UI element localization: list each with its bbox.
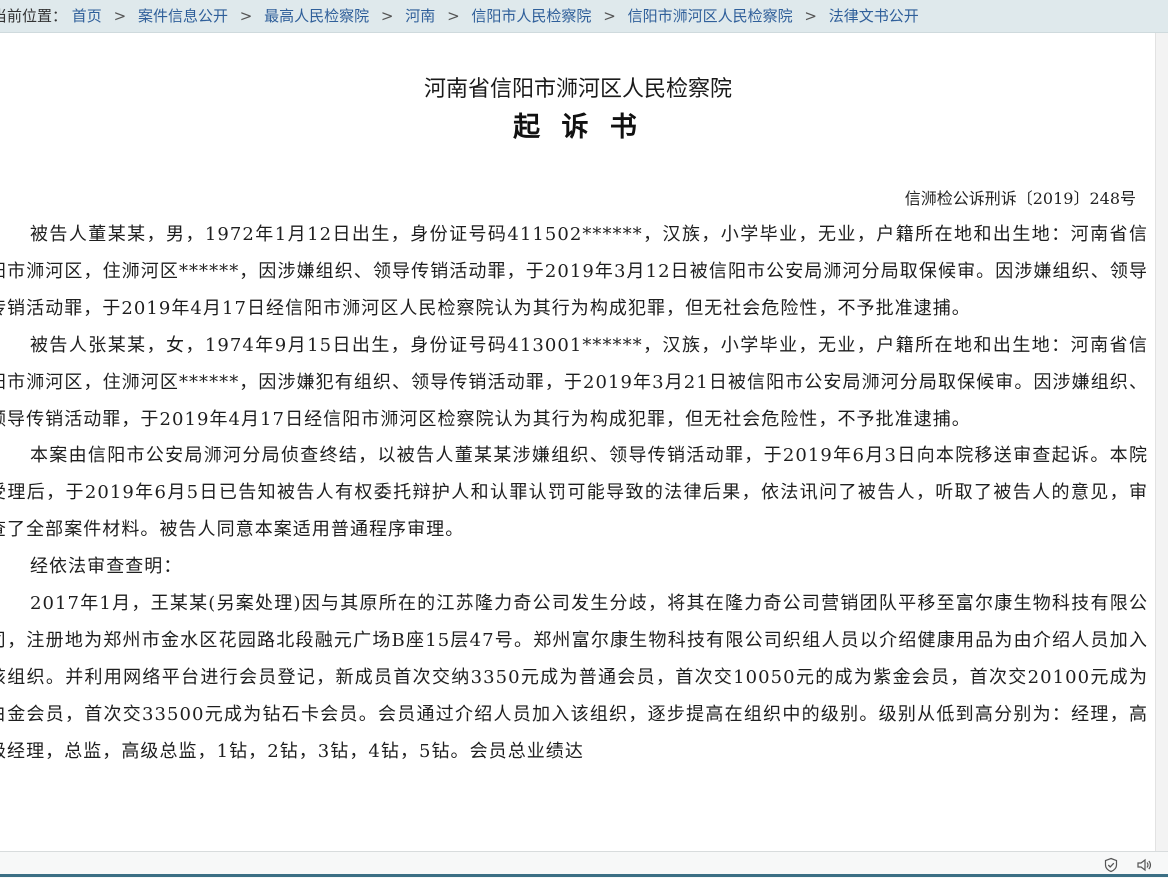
breadcrumb-shihe-link[interactable]: 信阳市浉河区人民检察院: [628, 7, 793, 25]
breadcrumb-separator: >: [603, 7, 616, 25]
vertical-scrollbar[interactable]: [1155, 33, 1168, 851]
breadcrumb-spp-link[interactable]: 最高人民检察院: [264, 7, 369, 25]
breadcrumb-case-info-link[interactable]: 案件信息公开: [138, 7, 228, 25]
breadcrumb-separator: >: [113, 7, 127, 25]
paragraph-facts: 2017年1月，王某某(另案处理)因与其原所在的江苏隆力奇公司发生分歧，将其在隆…: [0, 593, 1148, 762]
case-number: 信浉检公诉刑诉〔2019〕248号: [904, 189, 1136, 208]
breadcrumb-lead: 当前位置：: [0, 7, 68, 25]
paragraph-findings-heading: 经依法审查查明：: [30, 556, 183, 578]
paragraph-defendant-1: 被告人董某某，男，1972年1月12日出生，身份证号码411502******，…: [0, 224, 1148, 319]
breadcrumb-legal-docs-link[interactable]: 法律文书公开: [829, 7, 919, 25]
breadcrumb: 当前位置： 首页 > 案件信息公开 > 最高人民检察院 > 河南 > 信阳市人民…: [0, 0, 1168, 33]
document-org: 河南省信阳市浉河区人民检察院: [423, 77, 732, 102]
document-page: 河南省信阳市浉河区人民检察院 起 诉 书 信浉检公诉刑诉〔2019〕248号 被…: [0, 33, 1156, 851]
document-body: 被告人董某某，男，1972年1月12日出生，身份证号码411502******，…: [0, 217, 1148, 771]
shield-check-icon[interactable]: [1101, 855, 1121, 875]
breadcrumb-separator: >: [239, 7, 253, 25]
breadcrumb-separator: >: [380, 7, 394, 25]
breadcrumb-henan-link[interactable]: 河南: [405, 7, 435, 25]
breadcrumb-separator: >: [804, 7, 817, 25]
paragraph-case-procedure: 本案由信阳市公安局浉河分局侦查终结，以被告人董某某涉嫌组织、领导传销活动罪，于2…: [0, 445, 1148, 541]
breadcrumb-home-link[interactable]: 首页: [72, 7, 102, 25]
document-title: 起 诉 书: [513, 112, 643, 143]
breadcrumb-separator: >: [447, 7, 460, 25]
speaker-icon[interactable]: [1134, 855, 1154, 875]
paragraph-defendant-2: 被告人张某某，女，1974年9月15日出生，身份证号码413001******，…: [0, 334, 1148, 430]
breadcrumb-xinyang-link[interactable]: 信阳市人民检察院: [471, 7, 591, 25]
